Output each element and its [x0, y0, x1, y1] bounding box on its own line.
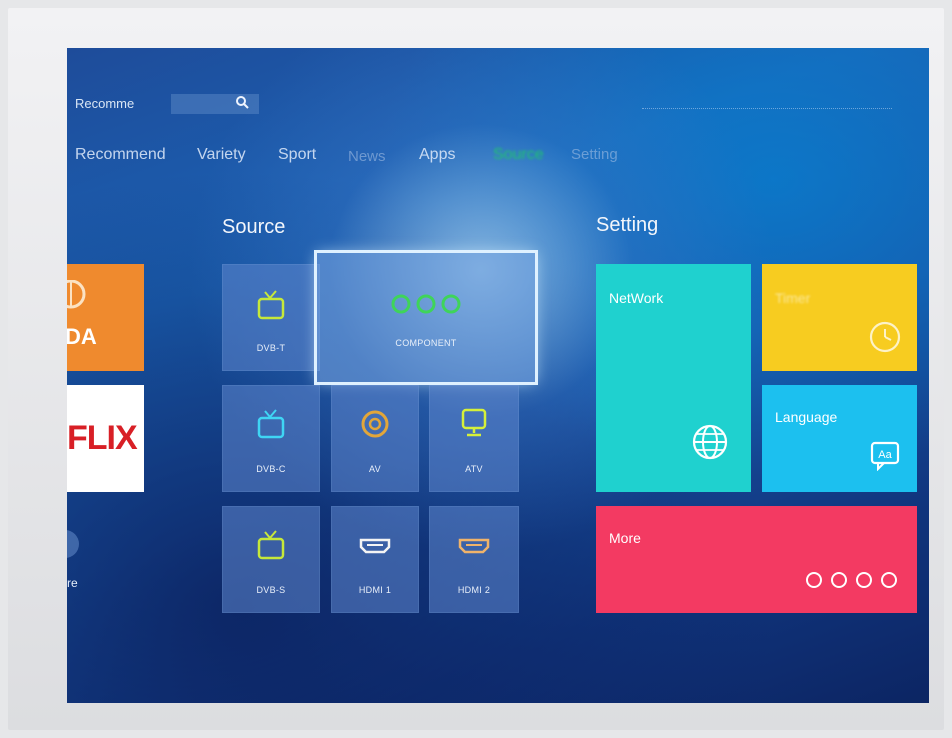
setting-title: Setting	[596, 214, 659, 236]
av-connector-icon	[361, 410, 389, 438]
search-bar[interactable]: Recomme	[75, 92, 259, 114]
source-tile-component[interactable]: COMPONENT	[317, 253, 535, 382]
more-apps-button[interactable]	[67, 530, 79, 558]
search-icon[interactable]	[235, 95, 249, 109]
setting-label: Language	[775, 409, 838, 425]
hdmi-icon	[458, 538, 490, 554]
language-icon: Aa	[870, 441, 900, 471]
svg-text:Aa: Aa	[878, 449, 892, 461]
setting-label: More	[609, 530, 641, 546]
globe-icon	[692, 424, 728, 460]
tab-source[interactable]: Source	[493, 146, 544, 164]
setting-label: Timer	[775, 290, 811, 306]
tab-news[interactable]: News	[348, 148, 386, 165]
monitor-icon	[461, 408, 487, 437]
tv-icon	[257, 530, 285, 560]
source-label: COMPONENT	[395, 338, 457, 348]
app-logo-icon	[67, 280, 86, 309]
source-tile-dvbc[interactable]: DVB-C	[222, 385, 320, 492]
more-dots-icon	[806, 572, 897, 588]
setting-tile-network[interactable]: NetWork	[596, 264, 751, 492]
source-label: ATV	[465, 464, 483, 474]
netflix-logo: FLIX	[67, 419, 138, 457]
tab-setting[interactable]: Setting	[571, 146, 618, 163]
source-tile-av[interactable]: AV	[331, 385, 419, 492]
setting-tile-language[interactable]: Language Aa	[762, 385, 917, 492]
source-tile-dvbs[interactable]: DVB-S	[222, 506, 320, 613]
source-title: Source	[222, 216, 286, 238]
source-tile-atv[interactable]: ATV	[429, 385, 519, 492]
tab-apps[interactable]: Apps	[419, 146, 455, 164]
source-label: HDMI 1	[358, 585, 392, 595]
component-rca-icon	[391, 294, 461, 314]
tv-icon	[257, 290, 285, 320]
setting-tile-more[interactable]: More	[596, 506, 917, 613]
hdmi-icon	[359, 538, 391, 554]
setting-label: NetWork	[609, 290, 664, 306]
setting-tile-timer[interactable]: Timer	[762, 264, 917, 371]
source-label: AV	[369, 464, 381, 474]
app-tile-label: DA	[67, 324, 97, 349]
tab-sport[interactable]: Sport	[278, 146, 316, 164]
app-tile-orange[interactable]: DA	[67, 264, 144, 371]
source-tile-hdmi2[interactable]: HDMI 2	[429, 506, 519, 613]
clock-icon	[869, 321, 901, 353]
source-label: DVB-S	[256, 585, 286, 595]
tab-recommend[interactable]: Recommend	[75, 146, 166, 164]
source-label: DVB-C	[256, 464, 286, 474]
app-tile-netflix[interactable]: FLIX	[67, 385, 144, 492]
status-bar	[642, 108, 892, 117]
source-tile-dvbt[interactable]: DVB-T	[222, 264, 320, 371]
search-text: Recomme	[75, 96, 135, 111]
tv-icon	[257, 409, 285, 439]
tab-variety[interactable]: Variety	[197, 146, 246, 164]
more-apps-label: re	[67, 576, 78, 590]
tv-screen: Recomme Recommend Variety Sport News App…	[67, 48, 929, 703]
source-label: DVB-T	[256, 343, 286, 353]
source-label: HDMI 2	[457, 585, 491, 595]
source-tile-hdmi1[interactable]: HDMI 1	[331, 506, 419, 613]
